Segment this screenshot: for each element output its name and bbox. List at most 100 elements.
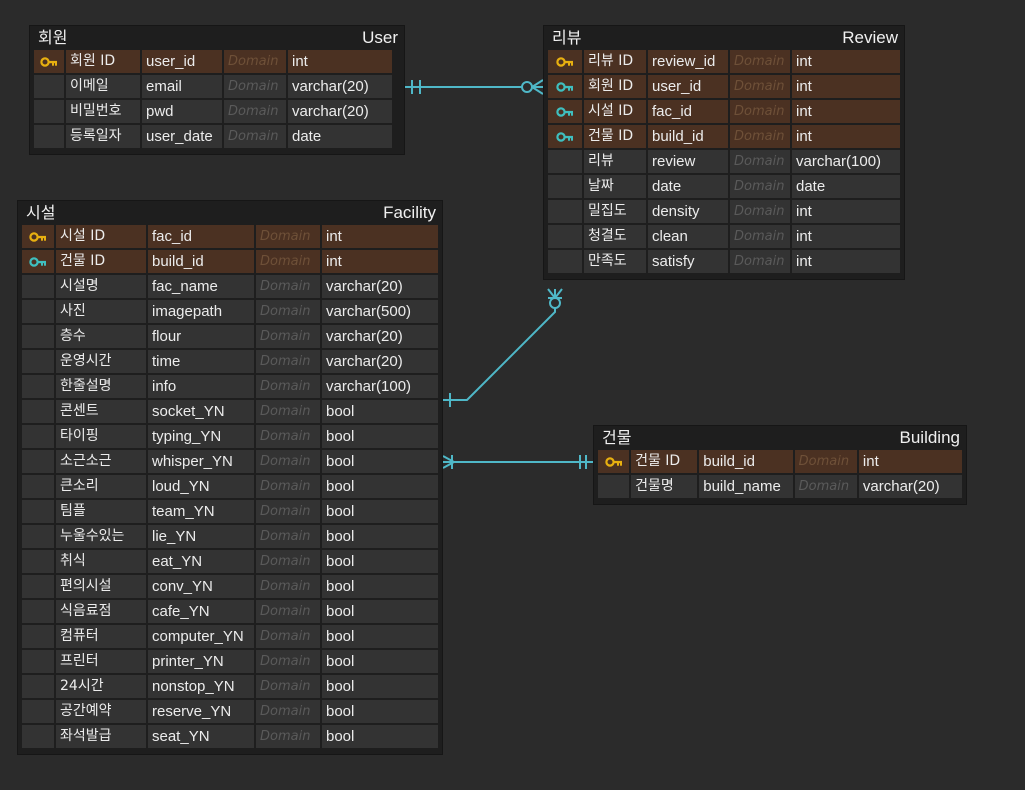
column-row[interactable]: 밀집도 density Domain int xyxy=(548,200,900,223)
column-logical-name: 회원 ID xyxy=(584,75,648,98)
column-physical-name: typing_YN xyxy=(148,425,256,448)
column-domain: Domain xyxy=(224,75,288,98)
entity-review[interactable]: 리뷰 Review 리뷰 ID review_id Domain int 회원 ID us… xyxy=(544,26,904,279)
entity-facility[interactable]: 시설 Facility 시설 ID fac_id Domain int 건물 ID bui… xyxy=(18,201,442,754)
column-row[interactable]: 큰소리 loud_YN Domain bool xyxy=(22,475,438,498)
column-data-type: int xyxy=(322,250,438,273)
column-row[interactable]: 비밀번호 pwd Domain varchar(20) xyxy=(34,100,400,123)
column-row[interactable]: 한줄설명 info Domain varchar(100) xyxy=(22,375,438,398)
primary-key-icon xyxy=(604,456,623,468)
column-row[interactable]: 시설명 fac_name Domain varchar(20) xyxy=(22,275,438,298)
column-logical-name: 한줄설명 xyxy=(56,375,148,398)
facility-review-relation[interactable] xyxy=(443,288,563,407)
key-cell xyxy=(22,450,56,473)
column-row[interactable]: 공간예약 reserve_YN Domain bool xyxy=(22,700,438,723)
column-row[interactable]: 팀플 team_YN Domain bool xyxy=(22,500,438,523)
column-row[interactable]: 만족도 satisfy Domain int xyxy=(548,250,900,273)
column-row[interactable]: 이메일 email Domain varchar(20) xyxy=(34,75,400,98)
column-row[interactable]: 리뷰 ID review_id Domain int xyxy=(548,50,900,73)
column-row[interactable]: 취식 eat_YN Domain bool xyxy=(22,550,438,573)
column-logical-name: 컴퓨터 xyxy=(56,625,148,648)
column-data-type: int xyxy=(792,75,900,98)
key-cell xyxy=(548,200,584,223)
column-domain: Domain xyxy=(256,350,322,373)
column-data-type: bool xyxy=(322,425,438,448)
column-data-type: bool xyxy=(322,525,438,548)
facility-building-relation[interactable] xyxy=(442,455,594,469)
column-physical-name: loud_YN xyxy=(148,475,256,498)
key-cell xyxy=(22,350,56,373)
column-domain: Domain xyxy=(224,125,288,148)
key-cell xyxy=(22,550,56,573)
column-row[interactable]: 컴퓨터 computer_YN Domain bool xyxy=(22,625,438,648)
column-logical-name: 날짜 xyxy=(584,175,648,198)
column-data-type: bool xyxy=(322,450,438,473)
key-cell xyxy=(548,250,584,273)
column-domain: Domain xyxy=(256,400,322,423)
column-row[interactable]: 프린터 printer_YN Domain bool xyxy=(22,650,438,673)
column-data-type: bool xyxy=(322,400,438,423)
key-cell xyxy=(22,675,56,698)
column-row[interactable]: 시설 ID fac_id Domain int xyxy=(22,225,438,248)
column-row[interactable]: 좌석발급 seat_YN Domain bool xyxy=(22,725,438,748)
column-list: 회원 ID user_id Domain int 이메일 email Domain varch… xyxy=(30,50,404,154)
column-physical-name: cafe_YN xyxy=(148,600,256,623)
column-logical-name: 취식 xyxy=(56,550,148,573)
entity-header: 건물 Building xyxy=(594,426,966,450)
column-row[interactable]: 리뷰 review Domain varchar(100) xyxy=(548,150,900,173)
column-domain: Domain xyxy=(256,650,322,673)
column-logical-name: 공간예약 xyxy=(56,700,148,723)
column-domain: Domain xyxy=(730,100,792,123)
column-row[interactable]: 건물 ID build_id Domain int xyxy=(598,450,962,473)
entity-physical-name: Facility xyxy=(383,203,436,222)
foreign-key-icon xyxy=(556,81,574,93)
key-cell xyxy=(548,75,584,98)
column-row[interactable]: 타이핑 typing_YN Domain bool xyxy=(22,425,438,448)
column-row[interactable]: 등록일자 user_date Domain date xyxy=(34,125,400,148)
column-logical-name: 시설 ID xyxy=(56,225,148,248)
entity-building[interactable]: 건물 Building 건물 ID build_id Domain int 건물명 bui… xyxy=(594,426,966,504)
column-data-type: varchar(20) xyxy=(288,75,392,98)
column-row[interactable]: 누울수있는 lie_YN Domain bool xyxy=(22,525,438,548)
key-cell xyxy=(22,650,56,673)
column-logical-name: 운영시간 xyxy=(56,350,148,373)
key-cell xyxy=(22,575,56,598)
column-domain: Domain xyxy=(256,425,322,448)
column-physical-name: date xyxy=(648,175,730,198)
column-logical-name: 콘센트 xyxy=(56,400,148,423)
column-domain: Domain xyxy=(730,75,792,98)
column-logical-name: 소근소근 xyxy=(56,450,148,473)
key-cell xyxy=(22,725,56,748)
column-physical-name: user_id xyxy=(648,75,730,98)
entity-user[interactable]: 회원 User 회원 ID user_id Domain int 이메일 email Dom… xyxy=(30,26,404,154)
key-cell xyxy=(22,625,56,648)
column-logical-name: 시설 ID xyxy=(584,100,648,123)
entity-physical-name: Building xyxy=(899,428,961,447)
column-row[interactable]: 건물 ID build_id Domain int xyxy=(22,250,438,273)
column-row[interactable]: 소근소근 whisper_YN Domain bool xyxy=(22,450,438,473)
column-row[interactable]: 편의시설 conv_YN Domain bool xyxy=(22,575,438,598)
entity-header: 회원 User xyxy=(30,26,404,50)
column-row[interactable]: 운영시간 time Domain varchar(20) xyxy=(22,350,438,373)
column-row[interactable]: 건물명 build_name Domain varchar(20) xyxy=(598,475,962,498)
foreign-key-icon xyxy=(556,106,574,118)
column-row[interactable]: 시설 ID fac_id Domain int xyxy=(548,100,900,123)
column-row[interactable]: 건물 ID build_id Domain int xyxy=(548,125,900,148)
user-review-relation[interactable] xyxy=(405,79,544,95)
column-data-type: int xyxy=(792,225,900,248)
column-row[interactable]: 회원 ID user_id Domain int xyxy=(34,50,400,73)
column-row[interactable]: 24시간 nonstop_YN Domain bool xyxy=(22,675,438,698)
column-physical-name: fac_id xyxy=(648,100,730,123)
column-physical-name: flour xyxy=(148,325,256,348)
column-row[interactable]: 청결도 clean Domain int xyxy=(548,225,900,248)
column-data-type: int xyxy=(858,450,962,473)
column-row[interactable]: 식음료점 cafe_YN Domain bool xyxy=(22,600,438,623)
column-row[interactable]: 회원 ID user_id Domain int xyxy=(548,75,900,98)
column-row[interactable]: 콘센트 socket_YN Domain bool xyxy=(22,400,438,423)
column-domain: Domain xyxy=(256,500,322,523)
column-row[interactable]: 사진 imagepath Domain varchar(500) xyxy=(22,300,438,323)
column-logical-name: 24시간 xyxy=(56,675,148,698)
column-row[interactable]: 층수 flour Domain varchar(20) xyxy=(22,325,438,348)
column-row[interactable]: 날짜 date Domain date xyxy=(548,175,900,198)
column-logical-name: 청결도 xyxy=(584,225,648,248)
